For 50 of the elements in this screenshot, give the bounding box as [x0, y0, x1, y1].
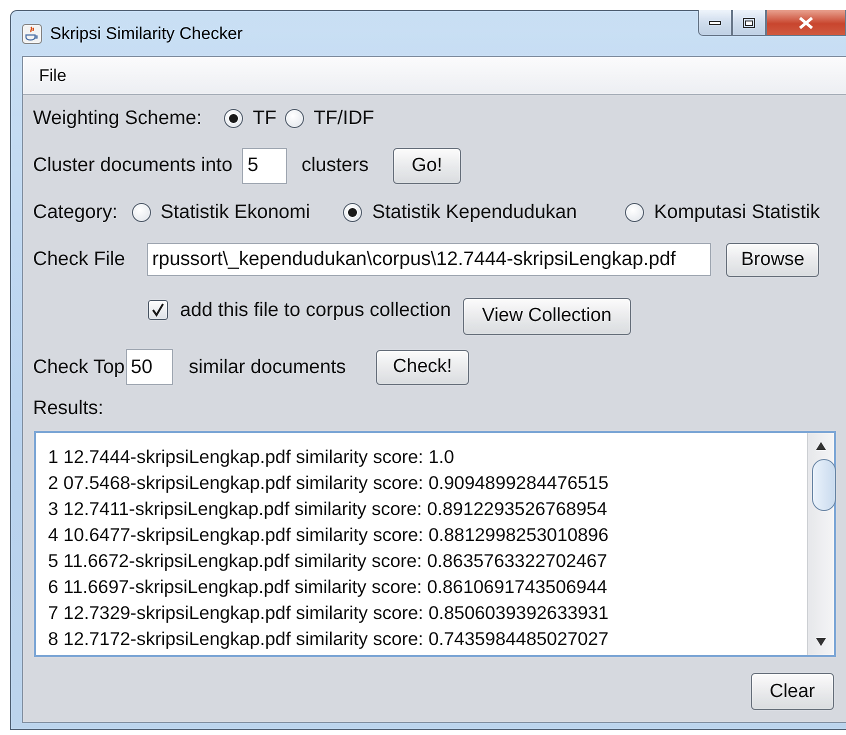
- checkbox[interactable]: [148, 300, 168, 320]
- result-line: 3 12.7411-skripsiLengkap.pdf similarity score: 0.8912293526768954: [48, 497, 608, 521]
- radio-label: Statistik Ekonomi: [160, 201, 310, 224]
- window-title: Skripsi Similarity Checker: [50, 24, 243, 44]
- cluster-count-field[interactable]: 5: [242, 148, 288, 184]
- maximize-icon: [743, 18, 755, 28]
- weighting-label: Weighting Scheme:: [33, 107, 202, 130]
- clear-button[interactable]: Clear: [750, 673, 834, 710]
- result-line: 1 12.7444-skripsiLengkap.pdf similarity score: 1.0: [48, 445, 456, 469]
- category-label: Category:: [33, 201, 118, 224]
- scroll-thumb[interactable]: [812, 459, 836, 511]
- close-button[interactable]: [766, 10, 846, 36]
- radio-button[interactable]: [343, 203, 362, 222]
- scroll-up-icon[interactable]: [815, 441, 827, 451]
- browse-button[interactable]: Browse: [726, 242, 820, 276]
- result-line: 2 07.5468-skripsiLengkap.pdf similarity score: 0.9094899284476515: [48, 471, 610, 495]
- vertical-scrollbar[interactable]: [807, 433, 834, 655]
- java-cup-icon: [22, 24, 42, 44]
- results-text-area[interactable]: [34, 431, 836, 657]
- file-path-field[interactable]: rpussort\_kependudukan\corpus\12.7444-skripsiLengkap.pdf: [147, 243, 712, 276]
- radio-label: TF: [252, 107, 277, 130]
- top-count-field[interactable]: 50: [126, 349, 173, 385]
- radio-button[interactable]: [284, 109, 304, 128]
- menu-item[interactable]: File: [31, 66, 74, 86]
- clusters-label: clusters: [301, 154, 369, 177]
- scroll-down-icon[interactable]: [815, 637, 827, 647]
- check-top-label: Check Top: [33, 356, 125, 378]
- check-file-label: Check File: [33, 248, 126, 271]
- result-line: 5 11.6672-skripsiLengkap.pdf similarity score: 0.8635763322702467: [48, 549, 608, 573]
- radio-button[interactable]: [224, 109, 243, 128]
- minimize-icon: [709, 20, 721, 26]
- go-button[interactable]: Go!: [392, 148, 462, 184]
- similar-documents-label: similar documents: [188, 356, 346, 378]
- radio-button[interactable]: [625, 203, 644, 222]
- results-label: Results:: [33, 396, 104, 420]
- radio-label: Komputasi Statistik: [654, 201, 820, 224]
- check-button[interactable]: Check!: [376, 350, 470, 384]
- cluster-label: Cluster documents into: [33, 154, 232, 177]
- result-line: 4 10.6477-skripsiLengkap.pdf similarity score: 0.8812998253010896: [48, 523, 610, 547]
- radio-label: TF/IDF: [314, 107, 374, 130]
- maximize-button[interactable]: [732, 10, 766, 36]
- radio-label: Statistik Kependudukan: [372, 201, 578, 224]
- radio-button[interactable]: [132, 203, 151, 222]
- close-icon: [798, 16, 814, 30]
- result-line: 7 12.7329-skripsiLengkap.pdf similarity score: 0.8506039392633931: [48, 601, 610, 625]
- checkbox-label: add this file to corpus collection: [180, 298, 451, 322]
- view-collection-button[interactable]: View Collection: [462, 298, 631, 334]
- result-line: 8 12.7172-skripsiLengkap.pdf similarity score: 0.7435984485027027: [48, 627, 610, 651]
- result-line: 6 11.6697-skripsiLengkap.pdf similarity score: 0.8610691743506944: [48, 575, 608, 599]
- minimize-button[interactable]: [698, 10, 732, 36]
